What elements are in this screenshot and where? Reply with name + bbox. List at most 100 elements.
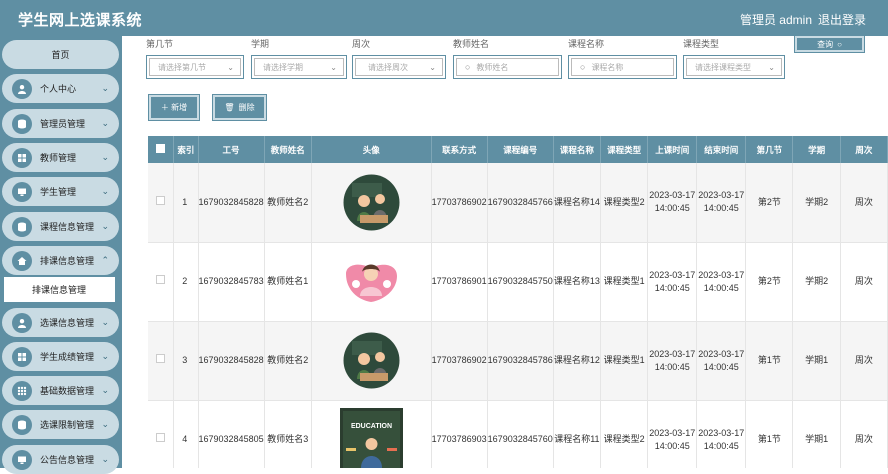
table-row: 2 1679032845783 教师姓名1 17703786901 167903… <box>148 242 888 322</box>
sidebar-subitem-schedule[interactable]: 排课信息管理 <box>4 277 115 302</box>
col-header: 结束时间 <box>696 136 747 163</box>
col-header: 联系方式 <box>431 136 488 163</box>
cell-start: 2023-03-17 14:00:45 <box>647 321 698 401</box>
cell-avatar <box>311 321 432 401</box>
course-name-input[interactable]: ○ 课程名称 <box>568 55 677 79</box>
sidebar-item-label: 选课信息管理 <box>40 318 95 328</box>
cell-code: 1679032845766 <box>487 163 554 243</box>
week-select[interactable]: 请选择周次 ⌄ <box>352 55 446 79</box>
chevron-down-icon: ⌄ <box>101 152 109 162</box>
course-type-select[interactable]: 请选择课程类型 ⌄ <box>683 55 785 79</box>
cell-week: 周次 <box>840 400 888 468</box>
cylinder-icon <box>12 414 32 435</box>
cell-term: 学期1 <box>792 400 841 468</box>
cell-phone: 17703786901 <box>431 242 488 322</box>
select-all-checkbox[interactable] <box>148 136 175 163</box>
section-placeholder: 请选择第几节 <box>158 62 206 72</box>
table-row: 1 1679032845828 教师姓名2 17703786902 167903… <box>148 163 888 243</box>
sidebar-item-label: 学生管理 <box>40 187 77 197</box>
cell-index: 1 <box>173 163 199 243</box>
teacher-avatar-image <box>340 250 403 313</box>
chevron-down-icon: ⌄ <box>101 221 109 231</box>
delete-button[interactable]: 🗑 删除 <box>212 94 267 121</box>
cell-avatar <box>311 242 432 322</box>
chevron-down-icon: ⌄ <box>101 419 109 429</box>
cell-id: 1679032845805 <box>198 400 265 468</box>
cell-section: 第1节 <box>745 400 794 468</box>
row-checkbox[interactable] <box>148 321 175 401</box>
sidebar-item-grade[interactable]: 学生成绩管理 ⌄ <box>2 342 119 371</box>
top-header: 学生网上选课系统 管理员 admin 退出登录 <box>0 0 888 36</box>
table-row: 3 1679032845828 教师姓名2 17703786902 167903… <box>148 321 888 401</box>
filter-label-term: 学期 <box>251 39 270 49</box>
sidebar-item-schedule[interactable]: 排课信息管理 ⌃ <box>2 246 119 275</box>
course-name-placeholder: 课程名称 <box>591 62 624 72</box>
col-header: 索引 <box>173 136 199 163</box>
search-button[interactable]: 查询 ○ <box>794 36 865 53</box>
chevron-down-icon: ⌄ <box>330 63 337 72</box>
sidebar-item-course[interactable]: 课程信息管理 ⌄ <box>2 212 119 241</box>
filter-label-teacher: 教师姓名 <box>453 39 490 49</box>
cell-type: 课程类型1 <box>600 321 649 401</box>
search-button-label: 查询 <box>817 39 834 49</box>
cell-name: 教师姓名2 <box>264 163 312 243</box>
admin-label[interactable]: 管理员 admin <box>740 11 812 28</box>
cylinder-icon <box>12 216 32 237</box>
sidebar-item-limit[interactable]: 选课限制管理 ⌄ <box>2 410 119 439</box>
sidebar-item-notice[interactable]: 公告信息管理 ⌄ <box>2 445 119 474</box>
cell-section: 第1节 <box>745 321 794 401</box>
sidebar-item-label: 课程信息管理 <box>40 222 95 232</box>
logout-link[interactable]: 退出登录 <box>818 11 866 28</box>
add-button-label: ＋ 新增 <box>160 103 188 112</box>
cell-code: 1679032845786 <box>487 321 554 401</box>
col-header: 教师姓名 <box>264 136 312 163</box>
filter-label-course: 课程名称 <box>568 39 605 49</box>
section-select[interactable]: 请选择第几节 ⌄ <box>146 55 244 79</box>
avatar-education-text: EDUCATION <box>351 423 392 430</box>
cell-avatar <box>311 163 432 243</box>
cell-course: 课程名称13 <box>553 242 602 322</box>
filter-label-section: 第几节 <box>146 39 174 49</box>
term-select[interactable]: 请选择学期 ⌄ <box>251 55 347 79</box>
cell-code: 1679032845750 <box>487 242 554 322</box>
sidebar-item-basedata[interactable]: 基础数据管理 ⌄ <box>2 376 119 405</box>
cell-name: 教师姓名1 <box>264 242 312 322</box>
grid-icon <box>12 346 32 367</box>
cell-week: 周次 <box>840 163 888 243</box>
col-header: 工号 <box>198 136 265 163</box>
col-header: 学期 <box>792 136 841 163</box>
course-type-placeholder: 请选择课程类型 <box>695 62 751 72</box>
sidebar-item-label: 公告信息管理 <box>40 455 95 465</box>
sidebar-item-home[interactable]: 首页 <box>2 40 119 69</box>
chevron-down-icon: ⌄ <box>101 83 109 93</box>
add-button[interactable]: ＋ 新增 <box>148 94 200 121</box>
cell-start: 2023-03-17 14:00:45 <box>647 163 698 243</box>
sidebar-item-label: 教师管理 <box>40 153 77 163</box>
chevron-down-icon: ⌄ <box>101 454 109 464</box>
term-placeholder: 请选择学期 <box>263 62 303 72</box>
sidebar-item-profile[interactable]: 个人中心 ⌄ <box>2 74 119 103</box>
filter-label-week: 周次 <box>352 39 371 49</box>
cell-phone: 17703786903 <box>431 400 488 468</box>
user-icon <box>12 312 32 333</box>
sidebar-item-selection[interactable]: 选课信息管理 ⌄ <box>2 308 119 337</box>
teacher-avatar-image <box>340 329 403 392</box>
cell-phone: 17703786902 <box>431 321 488 401</box>
row-checkbox[interactable] <box>148 400 175 468</box>
cell-course: 课程名称11 <box>553 400 602 468</box>
sidebar-item-student[interactable]: 学生管理 ⌄ <box>2 177 119 206</box>
cell-avatar: EDUCATION <box>311 400 432 468</box>
search-icon: ○ <box>837 39 842 49</box>
search-icon: ○ <box>465 62 471 72</box>
teacher-input[interactable]: ○ 教师姓名 <box>453 55 562 79</box>
sidebar-item-admin[interactable]: 管理员管理 ⌄ <box>2 109 119 138</box>
cell-end: 2023-03-17 14:00:45 <box>696 163 747 243</box>
cell-section: 第2节 <box>745 163 794 243</box>
monitor-icon <box>12 181 32 202</box>
row-checkbox[interactable] <box>148 242 175 322</box>
row-checkbox[interactable] <box>148 163 175 243</box>
col-header: 周次 <box>840 136 888 163</box>
search-icon: ○ <box>580 62 586 72</box>
sidebar-item-teacher[interactable]: 教师管理 ⌄ <box>2 143 119 172</box>
week-placeholder: 请选择周次 <box>368 62 408 72</box>
